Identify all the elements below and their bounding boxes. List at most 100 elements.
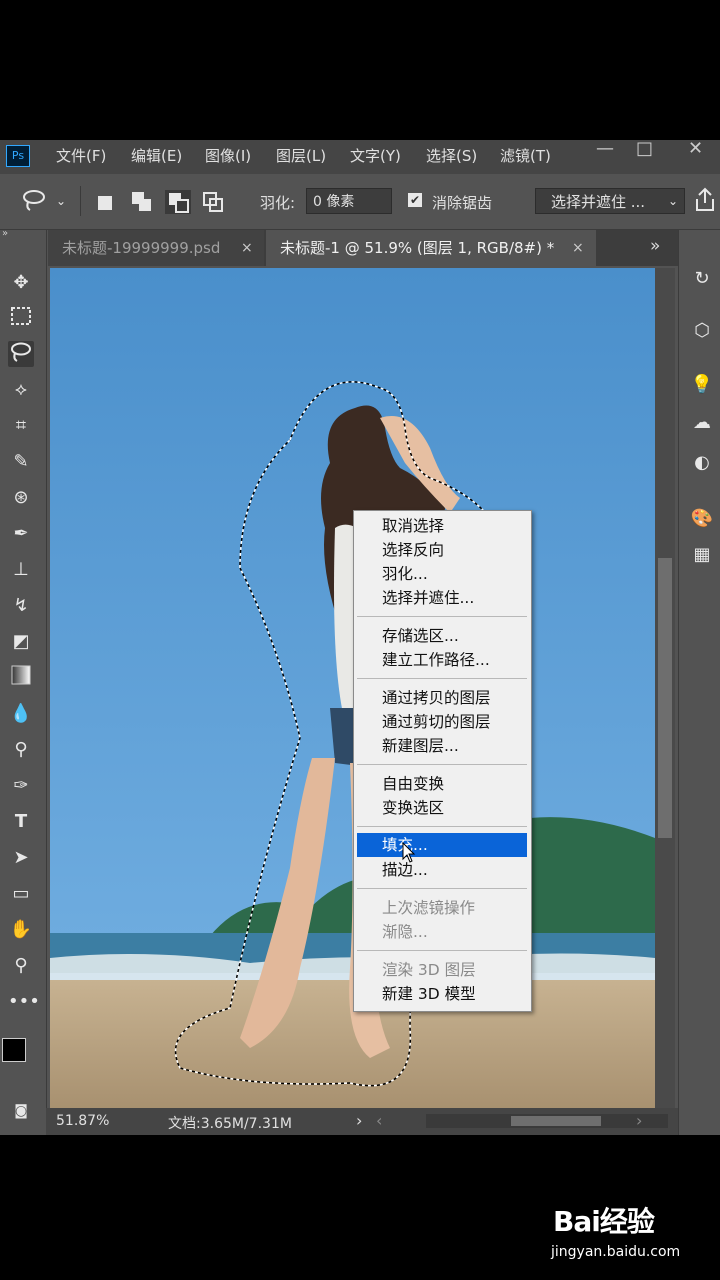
menu-item-select-and-mask[interactable]: 选择并遮住...: [354, 586, 529, 610]
path-select-tool-icon[interactable]: ➤: [8, 845, 34, 871]
menu-item-save-selection[interactable]: 存储选区...: [354, 624, 529, 648]
zoom-level[interactable]: 51.87%: [56, 1113, 109, 1129]
divider: [80, 186, 81, 216]
history-icon[interactable]: ↻: [689, 266, 715, 292]
tab-document-active[interactable]: 未标题-1 @ 51.9% (图层 1, RGB/8#) * ×: [266, 230, 596, 266]
lightbulb-icon[interactable]: 💡: [689, 372, 715, 398]
menu-file[interactable]: 文件(F): [56, 145, 106, 166]
menu-filter[interactable]: 滤镜(T): [500, 145, 551, 166]
quick-mask-icon[interactable]: ◙: [8, 1098, 34, 1124]
chevron-down-icon[interactable]: ⌄: [56, 194, 66, 208]
move-tool-icon[interactable]: ✥: [8, 270, 34, 296]
menu-item-feather[interactable]: 羽化...: [354, 562, 529, 586]
menu-item-stroke[interactable]: 描边...: [354, 858, 529, 882]
menu-type[interactable]: 文字(Y): [350, 145, 401, 166]
menu-item-free-transform[interactable]: 自由变换: [354, 772, 529, 796]
mouse-cursor-icon: [402, 841, 416, 868]
right-panel-dock: ↻ ⬡ 💡 ☁ ◐ 🎨 ▦: [678, 230, 720, 1135]
swatches-grid-icon[interactable]: ▦: [689, 542, 715, 568]
menu-item-layer-via-copy[interactable]: 通过拷贝的图层: [354, 686, 529, 710]
tab-document-psd[interactable]: 未标题-19999999.psd ×: [48, 230, 264, 266]
menu-separator: [357, 888, 527, 889]
document-size: 文档:3.65M/7.31M: [168, 1116, 292, 1132]
zoom-tool-icon[interactable]: ⚲: [8, 953, 34, 979]
menu-item-fade: 渐隐...: [382, 923, 428, 941]
menu-item-select-inverse[interactable]: 选择反向: [354, 538, 529, 562]
quick-select-tool-icon[interactable]: ⟡: [8, 377, 34, 403]
context-menu: 取消选择 选择反向 羽化... 选择并遮住... 存储选区... 建立工作路径.…: [353, 510, 532, 1012]
menu-item-transform-selection[interactable]: 变换选区: [354, 796, 529, 820]
select-and-mask-button[interactable]: 选择并遮住 ...: [535, 188, 685, 214]
more-tools-icon[interactable]: •••: [8, 989, 40, 1015]
close-tab-icon[interactable]: ×: [241, 230, 253, 266]
menu-item-deselect[interactable]: 取消选择: [354, 514, 529, 538]
brush-tool-icon[interactable]: ✒: [8, 521, 34, 547]
gradient-tool-icon[interactable]: [8, 665, 34, 691]
watermark-brand: Bai经验: [553, 1205, 655, 1238]
scroll-right-icon[interactable]: ›: [636, 1111, 642, 1130]
scroll-left-icon[interactable]: ‹: [376, 1111, 382, 1130]
intersect-selection-icon[interactable]: [203, 192, 225, 212]
menu-item-new-layer[interactable]: 新建图层...: [354, 734, 529, 758]
photoshop-logo: Ps: [6, 145, 30, 167]
options-bar: ⌄ 羽化: 0 像素 ✔ 消除锯齿 选择并遮住 ... ⌄: [0, 174, 720, 230]
menu-item-new-3d-model[interactable]: 新建 3D 模型: [354, 982, 529, 1006]
menu-layer[interactable]: 图层(L): [276, 145, 326, 166]
vertical-scrollbar[interactable]: [655, 268, 675, 1108]
close-window-button[interactable]: ✕: [688, 138, 703, 159]
maximize-button[interactable]: □: [636, 138, 653, 159]
type-tool-icon[interactable]: T: [8, 809, 34, 835]
close-tab-icon[interactable]: ×: [572, 230, 584, 266]
add-selection-icon[interactable]: [132, 192, 154, 212]
feather-label: 羽化:: [260, 194, 296, 212]
share-icon[interactable]: [694, 187, 716, 217]
tab-title: 未标题-19999999.psd: [62, 239, 221, 257]
rectangle-tool-icon[interactable]: ▭: [8, 881, 34, 907]
feather-input[interactable]: 0 像素: [306, 188, 392, 214]
3d-cube-icon[interactable]: ⬡: [689, 318, 715, 344]
lasso-tool-icon[interactable]: [8, 341, 34, 367]
color-palette-icon[interactable]: 🎨: [689, 506, 715, 532]
menu-select[interactable]: 选择(S): [426, 145, 477, 166]
menu-item-layer-via-cut[interactable]: 通过剪切的图层: [354, 710, 529, 734]
marquee-tool-icon[interactable]: [8, 306, 34, 332]
stamp-tool-icon[interactable]: ⊥: [8, 557, 34, 583]
eyedropper-tool-icon[interactable]: ✎: [8, 449, 34, 475]
history-brush-tool-icon[interactable]: ↯: [8, 593, 34, 619]
dodge-tool-icon[interactable]: ⚲: [8, 737, 34, 763]
subtract-selection-icon[interactable]: [165, 190, 191, 214]
pen-tool-icon[interactable]: ✑: [8, 773, 34, 799]
menu-item-make-work-path[interactable]: 建立工作路径...: [354, 648, 529, 672]
vertical-scroll-thumb[interactable]: [658, 558, 672, 838]
menu-separator: [357, 616, 527, 617]
chevron-right-icon[interactable]: ›: [356, 1111, 362, 1130]
foreground-color-swatch[interactable]: [2, 1038, 26, 1062]
minimize-button[interactable]: —: [596, 138, 614, 159]
blur-tool-icon[interactable]: 💧: [8, 701, 34, 727]
horizontal-scroll-thumb[interactable]: [511, 1116, 601, 1126]
horizontal-scrollbar[interactable]: [426, 1114, 668, 1128]
menu-separator: [357, 826, 527, 827]
menu-separator: [357, 678, 527, 679]
antialias-checkbox[interactable]: ✔: [408, 193, 422, 207]
eraser-tool-icon[interactable]: ◩: [8, 629, 34, 655]
adjustments-icon[interactable]: ◐: [689, 450, 715, 476]
new-selection-icon[interactable]: [98, 196, 112, 210]
document-tabs: 未标题-19999999.psd × 未标题-1 @ 51.9% (图层 1, …: [48, 230, 678, 266]
tools-panel: » ✥ ⟡ ⌗ ✎ ⊛ ✒ ⊥ ↯ ◩ 💧 ⚲ ✑ T ➤ ▭ ✋ ⚲ ••• …: [0, 228, 47, 1135]
hand-tool-icon[interactable]: ✋: [8, 917, 34, 943]
creative-cloud-icon[interactable]: ☁: [689, 410, 715, 436]
menu-image[interactable]: 图像(I): [205, 145, 251, 166]
menu-item-last-filter: 上次滤镜操作: [382, 899, 476, 917]
tab-overflow-icon[interactable]: »: [650, 236, 660, 256]
chevron-down-icon[interactable]: ⌄: [668, 194, 678, 208]
crop-tool-icon[interactable]: ⌗: [8, 413, 34, 439]
menu-separator: [357, 764, 527, 765]
watermark-url: jingyan.baidu.com: [551, 1244, 681, 1260]
menu-item-fill[interactable]: 填充...: [357, 833, 527, 857]
menu-item-render-3d-layer: 渲染 3D 图层: [382, 961, 476, 979]
healing-brush-tool-icon[interactable]: ⊛: [8, 485, 34, 511]
lasso-preset-icon[interactable]: [22, 188, 50, 218]
menu-edit[interactable]: 编辑(E): [131, 145, 182, 166]
collapse-icon[interactable]: »: [2, 228, 8, 239]
